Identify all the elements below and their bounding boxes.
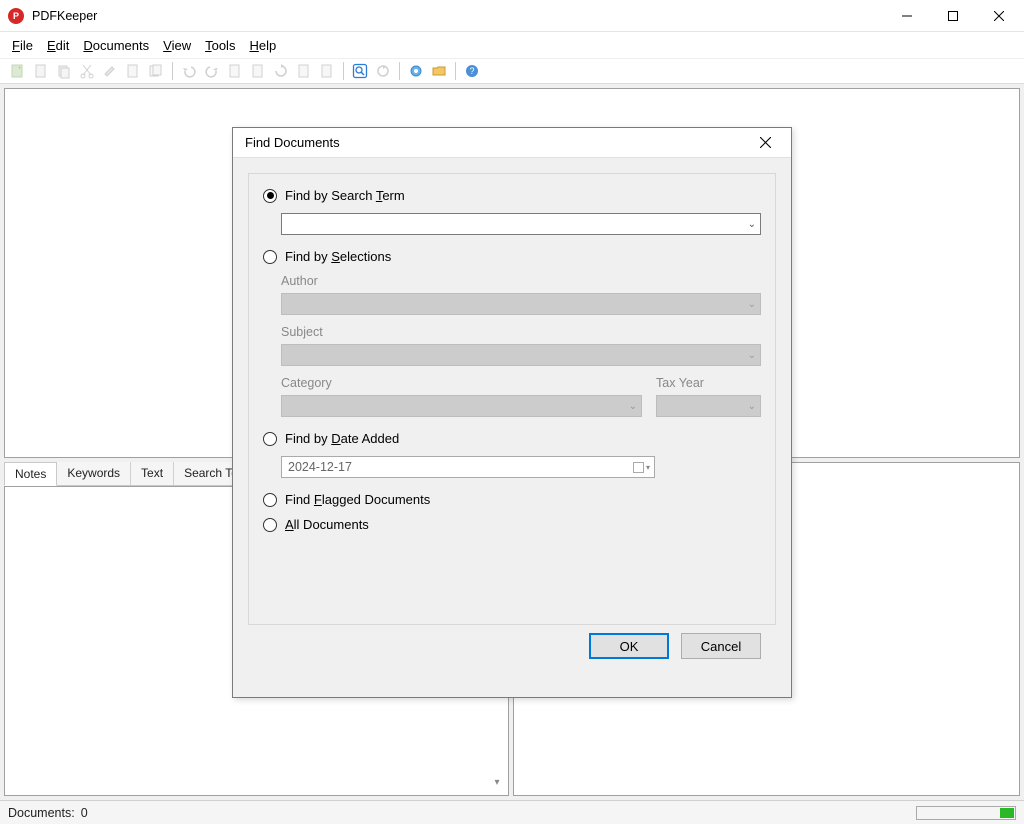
date-subgroup: 2024-12-17 ▾ [281, 456, 761, 478]
author-combo: ⌄ [281, 293, 761, 315]
radio-all-label: All Documents [285, 517, 369, 532]
menubar: File Edit Documents View Tools Help [0, 32, 1024, 58]
calendar-dropdown-icon: ▾ [633, 462, 650, 473]
toolbar-separator [399, 62, 400, 80]
selections-subgroup: Author ⌄ Subject ⌄ Category ⌄ Tax Year ⌄ [281, 274, 761, 417]
statusbar: Documents: 0 [0, 800, 1024, 824]
tool-doc-right-icon[interactable] [317, 61, 337, 81]
category-combo: ⌄ [281, 395, 642, 417]
subject-combo: ⌄ [281, 344, 761, 366]
toolbar-separator [343, 62, 344, 80]
taxyear-combo: ⌄ [656, 395, 761, 417]
radio-flagged-label: Find Flagged Documents [285, 492, 430, 507]
author-label: Author [281, 274, 761, 288]
menu-edit[interactable]: Edit [47, 38, 69, 53]
app-icon [8, 8, 24, 24]
find-options-group: Find by Search Term ⌄ Find by Selections… [248, 173, 776, 625]
taxyear-label: Tax Year [656, 376, 761, 390]
tool-settings-icon[interactable] [406, 61, 426, 81]
tool-redo-icon[interactable] [202, 61, 222, 81]
radio-date-added[interactable]: Find by Date Added [263, 431, 761, 446]
subject-label: Subject [281, 325, 761, 339]
radio-search-term[interactable]: Find by Search Term [263, 188, 761, 203]
radio-selections-label: Find by Selections [285, 249, 391, 264]
status-progress-bar [1000, 808, 1014, 818]
tool-help-icon[interactable]: ? [462, 61, 482, 81]
radio-search-term-label: Find by Search Term [285, 188, 405, 203]
search-term-subgroup: ⌄ [281, 213, 761, 235]
radio-icon [263, 189, 277, 203]
chevron-down-icon: ⌄ [748, 401, 756, 412]
maximize-button[interactable] [930, 0, 976, 31]
radio-flagged[interactable]: Find Flagged Documents [263, 492, 761, 507]
category-label: Category [281, 376, 642, 390]
radio-icon [263, 518, 277, 532]
date-added-field: 2024-12-17 ▾ [281, 456, 655, 478]
tool-reload-icon[interactable] [373, 61, 393, 81]
dialog-title: Find Documents [245, 135, 340, 150]
tool-pages-icon[interactable] [146, 61, 166, 81]
cancel-button[interactable]: Cancel [681, 633, 761, 659]
find-documents-dialog: Find Documents Find by Search Term ⌄ Fin… [232, 127, 792, 698]
status-progress [916, 806, 1016, 820]
tool-doc-b-icon[interactable] [248, 61, 268, 81]
chevron-down-icon: ⌄ [629, 401, 637, 412]
tool-document-icon[interactable] [31, 61, 51, 81]
titlebar: PDFKeeper [0, 0, 1024, 32]
tool-folder-icon[interactable] [429, 61, 449, 81]
toolbar: + ? [0, 58, 1024, 84]
svg-text:?: ? [469, 66, 474, 76]
menu-file[interactable]: File [12, 38, 33, 53]
close-button[interactable] [976, 0, 1022, 31]
radio-all[interactable]: All Documents [263, 517, 761, 532]
dialog-buttons: OK Cancel [248, 625, 776, 659]
tool-new-search-icon[interactable]: + [8, 61, 28, 81]
tool-doc-a-icon[interactable] [225, 61, 245, 81]
radio-icon [263, 250, 277, 264]
dialog-close-button[interactable] [747, 132, 783, 154]
tool-undo-icon[interactable] [179, 61, 199, 81]
scroll-down-icon[interactable]: ▾ [490, 777, 504, 791]
window-controls [884, 0, 1022, 31]
tool-page-icon[interactable] [123, 61, 143, 81]
menu-documents[interactable]: Documents [83, 38, 149, 53]
search-term-combo[interactable]: ⌄ [281, 213, 761, 235]
tab-notes[interactable]: Notes [4, 462, 57, 486]
svg-text:+: + [18, 66, 22, 72]
tool-refresh-icon[interactable] [271, 61, 291, 81]
chevron-down-icon: ⌄ [748, 299, 756, 310]
menu-tools[interactable]: Tools [205, 38, 235, 53]
tool-copy-icon[interactable] [54, 61, 74, 81]
radio-selections[interactable]: Find by Selections [263, 249, 761, 264]
date-value: 2024-12-17 [288, 460, 352, 474]
tab-text[interactable]: Text [131, 462, 174, 485]
tool-doc-left-icon[interactable] [294, 61, 314, 81]
radio-date-label: Find by Date Added [285, 431, 399, 446]
chevron-down-icon: ⌄ [748, 350, 756, 361]
radio-icon [263, 432, 277, 446]
tool-edit-icon[interactable] [100, 61, 120, 81]
radio-icon [263, 493, 277, 507]
status-documents-label: Documents: [8, 806, 75, 820]
tool-find-icon[interactable] [350, 61, 370, 81]
toolbar-separator [455, 62, 456, 80]
chevron-down-icon: ⌄ [748, 219, 756, 230]
menu-help[interactable]: Help [249, 38, 276, 53]
ok-button[interactable]: OK [589, 633, 669, 659]
tool-cut-icon[interactable] [77, 61, 97, 81]
dialog-body: Find by Search Term ⌄ Find by Selections… [233, 158, 791, 697]
menu-view[interactable]: View [163, 38, 191, 53]
dialog-titlebar: Find Documents [233, 128, 791, 158]
toolbar-separator [172, 62, 173, 80]
minimize-button[interactable] [884, 0, 930, 31]
status-documents-count: 0 [81, 806, 88, 820]
app-title: PDFKeeper [32, 9, 97, 23]
tab-keywords[interactable]: Keywords [57, 462, 131, 485]
